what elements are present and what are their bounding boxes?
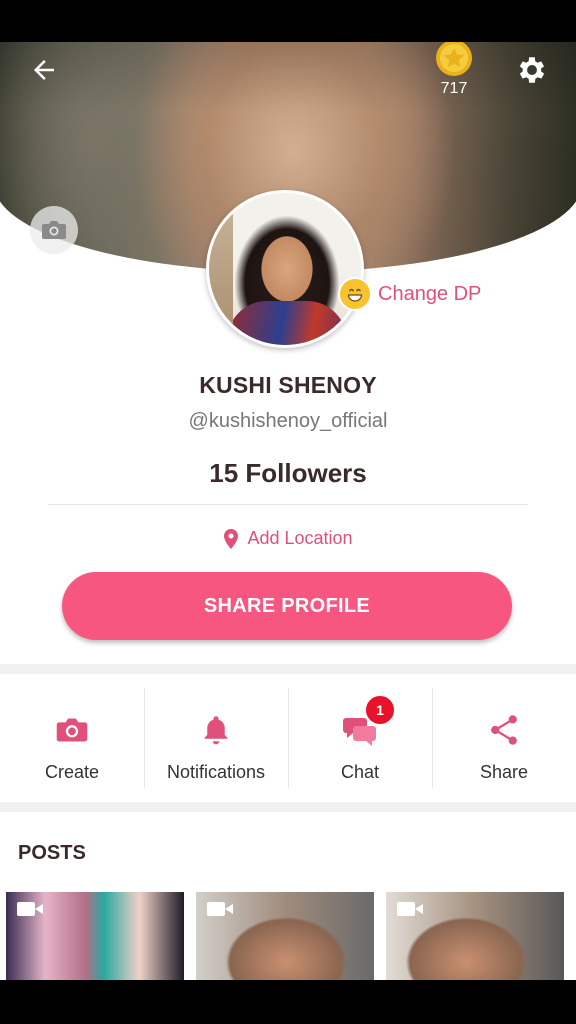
create-button[interactable]: Create [0,682,144,800]
notifications-button[interactable]: Notifications [144,682,288,800]
action-bar: Create Notifications 1 Chat Share [0,682,576,800]
section-divider [0,664,576,674]
share-button[interactable]: Share [432,682,576,800]
change-dp-label: Change DP [378,282,482,305]
arrow-left-icon [34,60,54,80]
location-pin-icon [224,528,239,549]
divider [48,504,528,505]
post-thumbnail[interactable] [386,892,564,980]
grin-emoji-icon [338,277,372,311]
chat-button[interactable]: 1 Chat [288,682,432,800]
change-dp-button[interactable]: Change DP [338,277,481,311]
followers-count[interactable]: 15 Followers [0,458,576,489]
back-button[interactable] [26,52,62,88]
settings-button[interactable] [512,50,552,90]
chat-badge: 1 [364,694,396,726]
video-camera-icon [17,902,43,916]
post-thumbnail[interactable] [196,892,374,980]
profile-avatar[interactable] [206,190,364,348]
posts-title: POSTS [18,842,86,864]
camera-icon [42,221,66,239]
cover-camera-button[interactable] [30,206,78,254]
bell-icon [204,716,228,745]
video-camera-icon [397,902,423,916]
gear-icon [519,57,545,83]
section-divider [0,802,576,812]
coin-count: 717 [440,80,468,97]
share-label: Share [479,762,529,782]
chat-label: Chat [340,762,380,782]
profile-screen: 717 Change DP KUSHI SHENOY @kushishenoy_… [0,42,576,980]
navigation-bar [0,980,576,1024]
posts-grid [6,892,576,980]
add-location-button[interactable]: Add Location [0,528,576,549]
video-camera-icon [207,902,233,916]
share-profile-button[interactable]: SHARE PROFILE [62,572,512,640]
profile-name: KUSHI SHENOY [199,372,377,398]
coin-icon[interactable] [432,42,476,78]
share-icon [491,715,517,745]
status-bar [0,0,576,42]
profile-handle: @kushishenoy_official [188,410,388,432]
camera-icon [56,718,88,742]
notifications-label: Notifications [166,762,266,782]
add-location-label: Add Location [247,528,353,548]
post-thumbnail[interactable] [6,892,184,980]
create-label: Create [44,762,100,782]
